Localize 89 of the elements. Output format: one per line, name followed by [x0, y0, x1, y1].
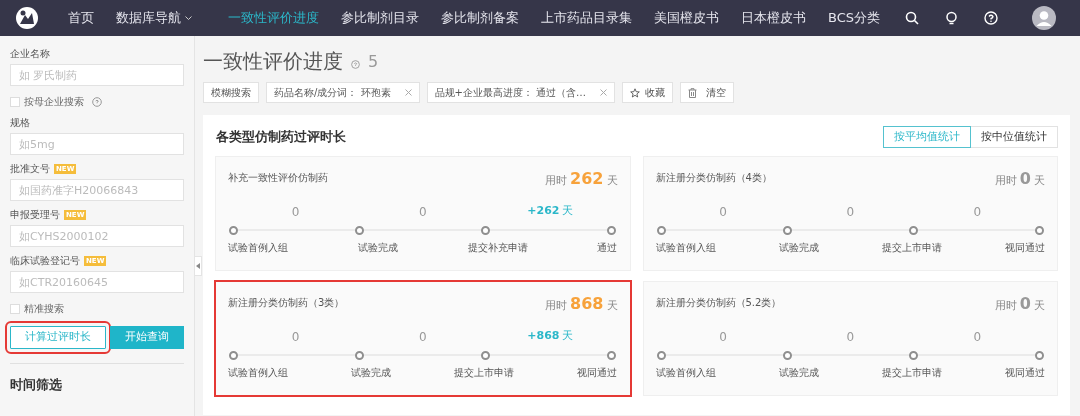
- input-field[interactable]: 如5mg: [10, 133, 184, 155]
- interval-days: 0: [719, 203, 727, 221]
- milestone-label: 试验完成: [778, 241, 819, 255]
- checkbox-label: 按母企业搜索: [24, 95, 84, 109]
- checkbox-label: 精准搜索: [24, 302, 64, 316]
- interval-days: 0: [846, 203, 855, 221]
- duration-unit: 天: [1034, 298, 1045, 314]
- filter-tag[interactable]: 药品名称/成分词： 环孢素: [266, 82, 420, 103]
- trash-icon: [688, 87, 698, 98]
- collapse-handle[interactable]: [194, 256, 202, 276]
- avatar-icon[interactable]: [1032, 6, 1056, 30]
- nav-item[interactable]: 上市药品目录集: [541, 8, 632, 28]
- milestone-label: 提交上市申请: [881, 241, 942, 255]
- milestone-label: 试验完成: [351, 366, 392, 380]
- duration-unit: 天: [606, 298, 618, 314]
- interval-days: 0: [291, 203, 300, 221]
- close-icon: [404, 89, 412, 96]
- duration-value: 262: [570, 168, 604, 190]
- panel-title: 各类型仿制药过评时长: [216, 128, 346, 147]
- milestone-label: 视同通过: [577, 366, 618, 380]
- milestone-label: 试验完成: [778, 366, 819, 380]
- checkbox[interactable]: [10, 96, 20, 107]
- clear-button[interactable]: 清空: [680, 82, 735, 103]
- nav-item[interactable]: 数据库导航: [116, 8, 192, 28]
- interval-unit: 天: [561, 203, 573, 219]
- field-label: 申报受理号: [10, 208, 60, 222]
- nav-item[interactable]: BCS分类: [828, 8, 881, 28]
- favorite-button[interactable]: 收藏: [622, 82, 674, 103]
- card-title: 新注册分类仿制药（5.2类）: [655, 296, 782, 310]
- input-field[interactable]: 如国药准字H20066843: [10, 179, 184, 201]
- interval-days: 0: [418, 328, 427, 346]
- duration-value: 0: [1019, 293, 1031, 315]
- duration-value: 0: [1019, 168, 1031, 190]
- stat-toggle[interactable]: 按中位值统计: [971, 126, 1058, 148]
- checkbox[interactable]: [10, 303, 20, 314]
- interval-days: 0: [291, 328, 300, 346]
- card-title: 新注册分类仿制药（3类）: [228, 296, 345, 310]
- milestone-label: 试验完成: [357, 241, 398, 255]
- nav-item[interactable]: 参比制剂目录: [341, 8, 419, 28]
- star-icon: [630, 87, 641, 98]
- result-count: 5: [368, 51, 379, 73]
- page-title: 一致性评价进度: [203, 48, 343, 74]
- milestone-label: 试验首例入组: [655, 241, 716, 255]
- interval-days: 0: [418, 203, 427, 221]
- nav-item[interactable]: 一致性评价进度: [228, 8, 319, 28]
- milestone-label: 试验首例入组: [228, 241, 288, 255]
- milestone-label: 提交补充申请: [467, 241, 528, 255]
- close-icon: [600, 89, 608, 96]
- nav-item[interactable]: 参比制剂备案: [441, 8, 519, 28]
- milestone-label: 通过: [597, 241, 618, 255]
- nav-item[interactable]: 首页: [68, 8, 94, 28]
- filter-button[interactable]: 模糊搜索: [203, 82, 259, 103]
- interval-days: 0: [846, 328, 855, 346]
- milestone-label: 试验首例入组: [228, 366, 288, 380]
- duration-label: 用时: [545, 173, 568, 189]
- caret-icon: [185, 15, 192, 21]
- section-title: 时间筛选: [10, 377, 62, 392]
- duration-label: 用时: [994, 298, 1017, 314]
- milestone-label: 视同通过: [1004, 366, 1045, 380]
- filter-tag[interactable]: 品规+企业最高进度： 通过（含…: [426, 82, 616, 103]
- interval-days: +262: [527, 203, 560, 220]
- interval-days: +868: [527, 328, 560, 345]
- field-label: 批准文号: [10, 162, 50, 176]
- duration-value: 868: [570, 293, 604, 315]
- input-field[interactable]: 如CTR20160645: [10, 271, 184, 293]
- duration-unit: 天: [606, 173, 618, 189]
- nav-item[interactable]: 日本橙皮书: [741, 8, 806, 28]
- interval-days: 0: [973, 203, 982, 221]
- card-title: 新注册分类仿制药（4类）: [655, 171, 772, 185]
- logo-icon[interactable]: [16, 7, 38, 29]
- input-field[interactable]: 如 罗氏制药: [10, 64, 184, 86]
- milestone-label: 提交上市申请: [454, 366, 515, 380]
- field-label: 临床试验登记号: [10, 254, 80, 268]
- interval-days: 0: [973, 328, 982, 346]
- duration-unit: 天: [1034, 173, 1045, 189]
- input-field[interactable]: 如CYHS2000102: [10, 225, 184, 247]
- milestone-label: 提交上市申请: [881, 366, 942, 380]
- interval-unit: 天: [561, 328, 573, 344]
- field-label: 企业名称: [10, 47, 50, 61]
- field-label: 规格: [10, 116, 30, 130]
- duration-label: 用时: [994, 173, 1017, 189]
- lightbulb-icon[interactable]: [945, 11, 958, 25]
- card-title: 补充一致性评价仿制药: [228, 171, 328, 185]
- duration-label: 用时: [545, 298, 568, 314]
- milestone-label: 视同通过: [1004, 241, 1045, 255]
- nav-item[interactable]: 美国橙皮书: [654, 8, 719, 28]
- search-icon[interactable]: [905, 11, 919, 25]
- milestone-label: 试验首例入组: [655, 366, 716, 380]
- interval-days: 0: [719, 328, 727, 346]
